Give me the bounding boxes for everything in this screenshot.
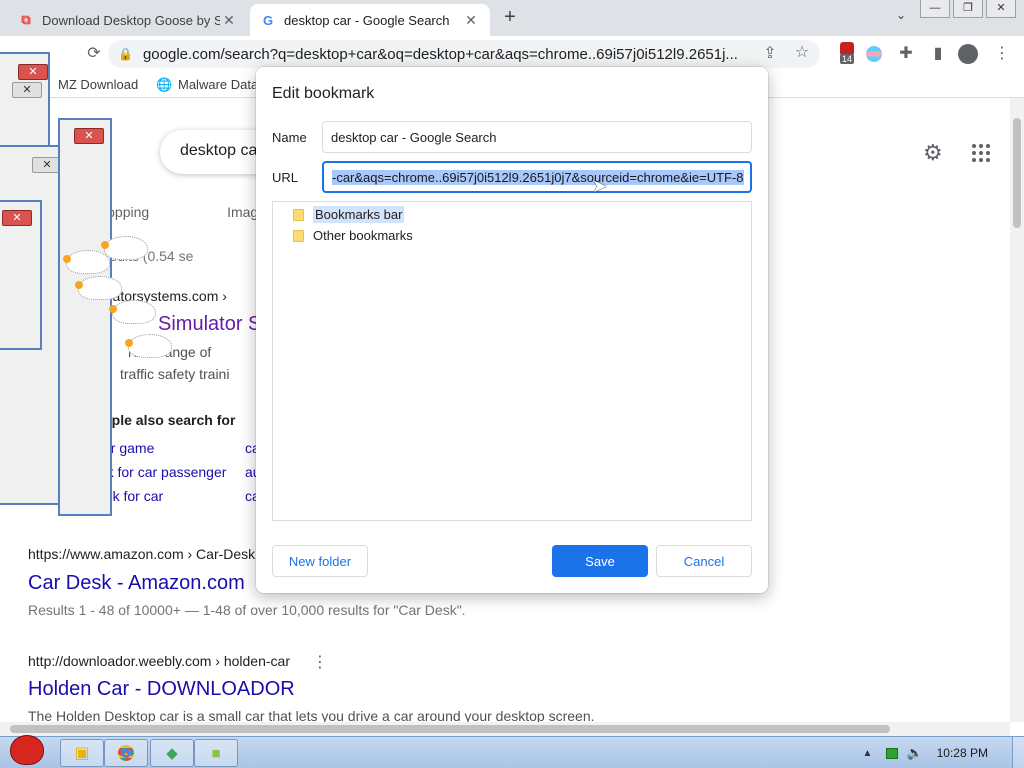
taskbar: ▣ ◆ ■ ▲ 🔈 10:28 PM bbox=[0, 735, 1024, 768]
goose-icon bbox=[109, 300, 156, 324]
bookmark-name-field[interactable]: desktop car - Google Search bbox=[322, 121, 752, 153]
lock-icon[interactable]: 🔒 bbox=[118, 47, 133, 61]
edit-bookmark-dialog: Edit bookmark Name desktop car - Google … bbox=[256, 67, 768, 593]
tab-close-icon[interactable]: ✕ bbox=[462, 12, 480, 29]
maximize-button[interactable]: ❐ bbox=[953, 0, 983, 18]
extension-icon[interactable]: 14 bbox=[838, 42, 856, 64]
goose-icon bbox=[63, 250, 110, 274]
goose-icon bbox=[125, 334, 172, 358]
taskbar-app-icon[interactable]: ◆ bbox=[150, 739, 194, 767]
share-icon[interactable]: ⇪ bbox=[760, 44, 780, 64]
address-url: google.com/search?q=desktop+car&oq=deskt… bbox=[142, 45, 738, 63]
goose-icon bbox=[75, 276, 122, 300]
result-snippet: traffic safety traini bbox=[120, 366, 230, 382]
dialog-title: Edit bookmark bbox=[272, 85, 375, 102]
close-icon[interactable]: ✕ bbox=[2, 210, 32, 226]
google-apps-icon[interactable] bbox=[972, 144, 990, 162]
url-label: URL bbox=[272, 170, 299, 185]
folder-icon bbox=[293, 229, 304, 242]
folder-other-bookmarks[interactable]: Other bookmarks bbox=[293, 228, 413, 243]
goose-window[interactable]: ✕ bbox=[58, 118, 112, 516]
network-icon[interactable] bbox=[886, 747, 899, 759]
bookmark-star-icon[interactable]: ☆ bbox=[792, 43, 812, 63]
tab-google-search[interactable]: G desktop car - Google Search ✕ bbox=[250, 4, 490, 36]
result-title-link[interactable]: Simulator S bbox=[158, 313, 261, 336]
reload-icon[interactable]: ⟳ bbox=[84, 44, 104, 64]
folder-bookmarks-bar[interactable]: Bookmarks bar bbox=[293, 206, 405, 223]
tab-search-chevron-icon[interactable]: ⌄ bbox=[896, 8, 906, 22]
close-icon[interactable]: ✕ bbox=[12, 82, 42, 98]
goose-icon bbox=[101, 236, 148, 260]
minimize-button[interactable]: — bbox=[920, 0, 950, 18]
tab-download-desktop-goose[interactable]: ⧉ Download Desktop Goose by Sam ✕ bbox=[8, 4, 248, 36]
system-tray: ▲ 🔈 10:28 PM bbox=[863, 737, 1024, 768]
tab-close-icon[interactable]: ✕ bbox=[220, 12, 238, 29]
horizontal-scrollbar[interactable] bbox=[0, 722, 1010, 736]
side-panel-icon[interactable]: ▮ bbox=[928, 44, 948, 64]
result-title-link[interactable]: Car Desk - Amazon.com bbox=[28, 572, 245, 595]
new-tab-button[interactable]: + bbox=[498, 6, 522, 30]
save-button[interactable]: Save bbox=[552, 545, 648, 577]
tab-title: Download Desktop Goose by Sam bbox=[42, 12, 220, 28]
result-cite[interactable]: http://downloador.weebly.com › holden-ca… bbox=[28, 653, 290, 669]
cancel-button[interactable]: Cancel bbox=[656, 545, 752, 577]
mouse-cursor-icon: ➤ bbox=[592, 176, 608, 196]
menu-icon[interactable]: ⋮ bbox=[992, 44, 1012, 64]
close-icon[interactable]: ✕ bbox=[74, 128, 104, 144]
folder-label: Other bookmarks bbox=[313, 228, 413, 243]
close-icon[interactable]: ✕ bbox=[18, 64, 48, 80]
settings-gear-icon[interactable]: ⚙ bbox=[923, 140, 943, 166]
puzzle-extensions-icon[interactable]: ✚ bbox=[896, 44, 916, 64]
tab-title: desktop car - Google Search bbox=[284, 12, 450, 28]
goose-window[interactable]: ✕ bbox=[0, 200, 42, 350]
start-button-angry-bird-icon[interactable] bbox=[6, 731, 50, 768]
more-options-icon[interactable]: ⋮ bbox=[312, 652, 328, 672]
downloads-favicon-icon: ⧉ bbox=[21, 12, 31, 27]
extension-badge: 14 bbox=[840, 54, 855, 64]
result-title-link[interactable]: Holden Car - DOWNLOADOR bbox=[28, 678, 295, 701]
volume-icon[interactable]: 🔈 bbox=[906, 745, 922, 761]
taskbar-explorer-icon[interactable]: ▣ bbox=[60, 739, 104, 767]
show-desktop-button[interactable] bbox=[1012, 737, 1024, 768]
globe-icon: 🌐 bbox=[156, 77, 173, 92]
address-bar[interactable]: 🔒 google.com/search?q=desktop+car&oq=des… bbox=[108, 40, 820, 68]
new-folder-button[interactable]: New folder bbox=[272, 545, 368, 577]
vertical-scrollbar[interactable] bbox=[1010, 98, 1024, 722]
taskbar-goose-icon[interactable]: ■ bbox=[194, 739, 238, 767]
bookmark-malware-data[interactable]: Malware Data bbox=[178, 77, 258, 92]
bookmark-url-field[interactable]: -car&aqs=chrome..69i57j0i512l9.2651j0j7&… bbox=[322, 161, 752, 193]
clock[interactable]: 10:28 PM bbox=[937, 746, 988, 760]
url-value: -car&aqs=chrome..69i57j0i512l9.2651j0j7&… bbox=[332, 169, 744, 185]
folder-tree: Bookmarks bar Other bookmarks bbox=[272, 201, 752, 521]
result-snippet: Results 1 - 48 of 10000+ — 1-48 of over … bbox=[28, 602, 466, 618]
result-cite[interactable]: https://www.amazon.com › Car-Desk bbox=[28, 546, 255, 562]
folder-label: Bookmarks bar bbox=[313, 206, 405, 223]
avatar[interactable] bbox=[958, 44, 978, 64]
window-controls: — ❐ ✕ bbox=[920, 0, 1016, 18]
name-label: Name bbox=[272, 130, 307, 145]
result-snippet: The Holden Desktop car is a small car th… bbox=[28, 708, 595, 722]
bookmark-mz-download[interactable]: MZ Download bbox=[58, 77, 138, 92]
tray-expand-icon[interactable]: ▲ bbox=[863, 748, 873, 759]
taskbar-chrome-icon[interactable] bbox=[104, 739, 148, 767]
google-favicon-icon: G bbox=[262, 12, 274, 28]
profile-extension-icon[interactable] bbox=[864, 44, 884, 64]
close-window-button[interactable]: ✕ bbox=[986, 0, 1016, 18]
folder-icon bbox=[293, 208, 304, 221]
tab-strip: ⧉ Download Desktop Goose by Sam ✕ G desk… bbox=[0, 0, 1024, 36]
